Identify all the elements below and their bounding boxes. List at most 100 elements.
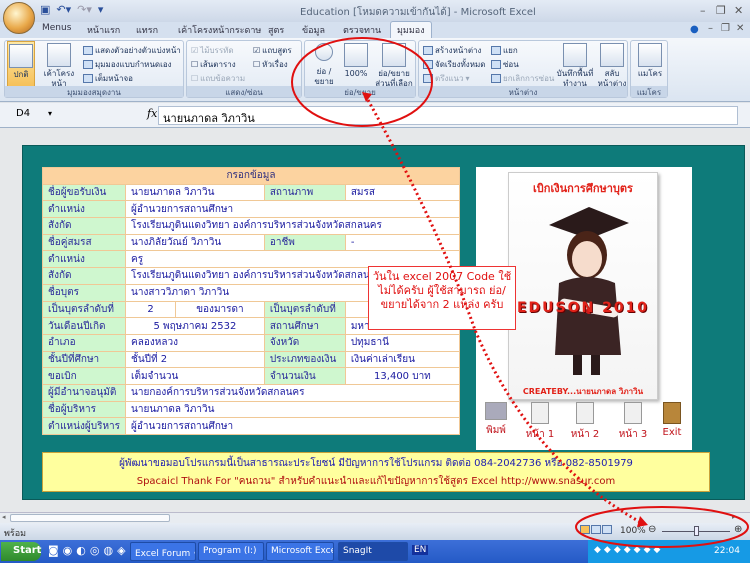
ribbon-restore-icon[interactable]: ❐ [721,23,730,34]
child-order-field[interactable]: 2 [125,300,177,319]
split-button[interactable]: แยก [491,44,518,57]
minimize-icon[interactable]: – [700,4,706,17]
print-button[interactable]: พิมพ์ [476,402,516,438]
exit-button[interactable]: Exit [652,402,692,438]
start-button[interactable]: Start [1,542,41,561]
customize-qat-icon[interactable]: ▾ [98,3,104,16]
birthdate-field[interactable]: 5 พฤษภาคม 2532 [125,317,265,335]
zoom-in-icon[interactable]: ⊕ [734,524,742,535]
zoom-100-button[interactable]: 100% [341,43,371,79]
admin-position-field[interactable]: ผู้อำนวยการสถานศึกษา [125,417,460,435]
arrange-all-button[interactable]: จัดเรียงทั้งหมด [423,58,485,71]
name-box[interactable]: D4 [10,108,160,124]
position-field[interactable]: ผู้อำนวยการสถานศึกษา [125,200,460,219]
tab-insert[interactable]: แทรก [136,23,158,37]
name-box-dropdown-icon[interactable]: ▾ [48,109,52,118]
unhide-button[interactable]: ยกเลิกการซ่อน [491,72,554,85]
gridlines-checkbox[interactable]: ☐ เส้นตาราง [191,58,236,71]
zoom-level[interactable]: 100% [620,526,646,536]
tab-formulas[interactable]: สูตร [268,23,284,37]
ribbon-close-icon[interactable]: ✕ [736,23,744,34]
message-bar-checkbox[interactable]: ☐ แถบข้อความ [191,72,245,85]
full-screen-button[interactable]: เต็มหน้าจอ [83,72,133,85]
approver-field[interactable]: นายกองค์การบริหารส่วนจังหวัดสกลนคร [125,383,460,402]
page-break-view-icon[interactable] [602,525,612,534]
page-layout-view-icon[interactable] [591,525,601,534]
tab-home[interactable]: หน้าแรก [87,23,120,37]
credits-banner: ผู้พัฒนาขอมอบโปรแกรมนี้เป็นสาธารณะประโยช… [42,452,710,492]
formula-bar-checkbox[interactable]: ☑ แถบสูตร [253,44,292,57]
hide-button[interactable]: ซ่อน [491,58,519,71]
formula-input[interactable]: นายนภาดล วิภาวิน [158,106,738,125]
label-affiliation: สังกัด [41,217,127,235]
admin-name-field[interactable]: นายนภาดล วิภาวิน [125,400,460,419]
ribbon-minimize-icon[interactable]: – [708,23,713,34]
tab-review[interactable]: ตรวจทาน [343,23,381,37]
tray-icons[interactable]: ◆◆◆◆◆◆◆ [594,545,663,555]
formula-bar: D4 ▾ fx นายนภาดล วิภาวิน [0,103,750,128]
taskbar-item-snagit[interactable]: SnagIt [338,542,408,561]
headings-checkbox[interactable]: ☐ หัวเรื่อง [253,58,288,71]
page-break-icon [83,46,93,55]
normal-view-icon[interactable] [580,525,590,534]
scroll-right-icon[interactable]: ▸ [732,513,736,521]
group-show-hide: ☑ ไม้บรรทัด ☑ แถบสูตร ☐ เส้นตาราง ☐ หัวเ… [186,40,302,98]
page-3-button[interactable]: หน้า 3 [613,402,653,442]
zoom-to-selection-button[interactable]: ย่อ/ขยาย ส่วนที่เลือก [371,43,417,89]
page-100-icon [344,43,368,67]
amount-field[interactable]: 13,400 บาท [344,367,461,385]
tab-data[interactable]: ข้อมูล [302,23,325,37]
occupation-field[interactable]: - [344,233,461,252]
taskbar-item-excel[interactable]: Microsoft Excel - Ed... [266,542,334,561]
new-window-button[interactable]: สร้างหน้าต่าง [423,44,481,57]
claim-field[interactable]: เต็มจำนวน [125,367,265,385]
horizontal-scrollbar[interactable]: ◂ ▸ [0,512,750,523]
banner-line-1: ผู้พัฒนาขอมอบโปรแกรมนี้เป็นสาธารณะประโยช… [119,458,633,469]
marital-status-field[interactable]: สมรส [344,183,461,202]
page-1-button[interactable]: หน้า 1 [520,402,560,442]
clock: 22:04 [714,546,740,556]
scroll-thumb[interactable] [10,514,170,522]
tab-view[interactable]: มุมมอง [390,21,432,38]
undo-icon[interactable]: ↶▾ [56,3,71,16]
restore-icon[interactable]: ❐ [716,4,726,17]
province-field[interactable]: ปทุมธานี [344,333,461,352]
macros-button[interactable]: แมโคร [633,43,667,79]
taskbar-item-program[interactable]: Program (I:) [198,542,264,561]
year-field[interactable]: ชั้นปีที่ 2 [125,350,265,369]
normal-view-button[interactable]: ปกติ [7,41,35,87]
taskbar-item-excel-forum[interactable]: Excel Forum • แลก... [130,542,196,561]
zoom-button[interactable]: ย่อ /ขยาย [307,43,341,87]
ruler-checkbox[interactable]: ☑ ไม้บรรทัด [191,44,234,57]
page-icon [47,43,71,67]
tab-page-layout[interactable]: เค้าโครงหน้ากระดาษ [178,23,261,37]
table-row: ชื่อผู้ขอรับเงิน นายนภาดล วิภาวิน สถานภาพส… [41,183,461,202]
status-ready: พร้อม [4,529,27,539]
scroll-left-icon[interactable]: ◂ [2,513,6,521]
custom-views-button[interactable]: มุมมองแบบกำหนดเอง [83,58,172,71]
district-field[interactable]: คลองหลวง [125,333,265,352]
spouse-field[interactable]: นางภิลัยวัณย์ วิภาวิน [125,233,265,252]
payee-field[interactable]: นายนภาดล วิภาวิน [125,183,265,202]
affiliation-field[interactable]: โรงเรียนภูดินแดงวิทยา องค์การบริหารส่วนจ… [125,217,460,235]
custom-views-icon [83,60,93,69]
page-break-preview-button[interactable]: แสดงตัวอย่างตัวแบ่งหน้า [83,44,181,57]
system-tray: ◆◆◆◆◆◆◆ 22:04 [588,540,750,563]
freeze-panes-button[interactable]: ตรึงแนว ▾ [423,72,470,85]
zoom-slider-thumb[interactable] [694,526,699,536]
redo-icon[interactable]: ↷▾ [77,3,92,16]
fx-icon[interactable]: fx [147,107,157,120]
money-type-field[interactable]: เงินค่าเล่าเรียน [344,350,461,369]
save-workspace-button[interactable]: บันทึกพื้นที่ทำงาน [555,43,595,89]
help-icon[interactable]: ● [690,24,699,35]
group-label: หน้าต่าง [419,86,627,97]
switch-windows-button[interactable]: สลับ หน้าต่าง [595,43,629,89]
save-icon[interactable]: ▣ [40,3,50,16]
quick-launch-icons[interactable]: ◙◉◐◎◍◈◌ [48,544,143,557]
office-button[interactable] [3,2,35,34]
tab-menus[interactable]: Menus [42,23,71,33]
zoom-out-icon[interactable]: ⊖ [648,524,656,535]
language-indicator[interactable]: EN [412,545,429,555]
close-icon[interactable]: ✕ [734,4,743,17]
page-2-button[interactable]: หน้า 2 [565,402,605,442]
